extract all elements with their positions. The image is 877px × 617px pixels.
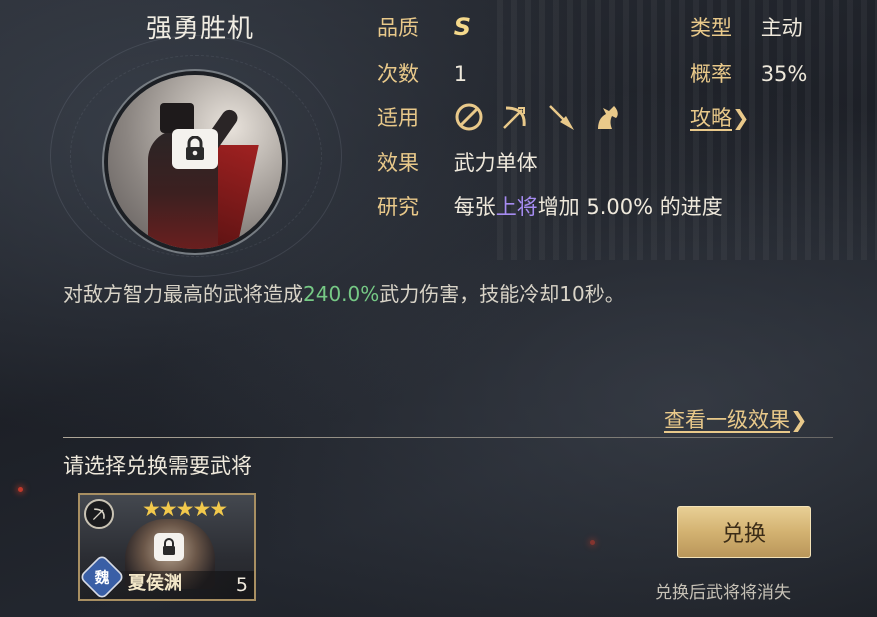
applicable-row: 适用: [377, 102, 638, 132]
applicable-label: 适用: [377, 106, 419, 130]
research-suffix: 增加 5.00% 的进度: [537, 195, 723, 219]
chevron-right-icon: ❯: [732, 106, 750, 130]
shield-icon: [455, 103, 483, 131]
count-value: 1: [453, 62, 468, 86]
type-label: 类型: [690, 16, 732, 40]
skill-portrait: [108, 75, 282, 249]
quality-row: 品质 S: [377, 12, 471, 42]
lock-icon: [154, 533, 184, 561]
guide-link[interactable]: 攻略❯: [690, 102, 750, 132]
research-highlight: 上将: [495, 195, 538, 219]
quality-value: S: [453, 13, 471, 41]
level-effect-label[interactable]: 查看一级效果: [664, 408, 790, 432]
effect-label: 效果: [377, 151, 419, 175]
quality-label: 品质: [377, 16, 419, 40]
effect-row: 效果 武力单体: [377, 147, 538, 177]
guide-link-label[interactable]: 攻略: [690, 106, 732, 130]
research-row: 研究 每张上将增加 5.00% 的进度: [377, 191, 723, 221]
horse-icon: [598, 106, 619, 129]
skill-title: 强勇胜机: [145, 14, 254, 44]
rate-row: 概率 35%: [690, 58, 807, 88]
star-rating: ★★★★★: [142, 497, 228, 521]
bow-icon: [503, 106, 527, 129]
general-count: 5: [235, 574, 248, 596]
exchange-title: 请选择兑换需要武将: [63, 454, 252, 478]
general-card[interactable]: ★★★★★ 魏 夏侯渊 5: [78, 493, 256, 601]
type-row: 类型 主动: [690, 12, 803, 42]
spear-icon: [549, 105, 575, 130]
level-effect-link[interactable]: 查看一级效果❯: [664, 404, 808, 434]
faction-label: 魏: [94, 569, 110, 587]
exchange-button[interactable]: 兑换: [677, 506, 811, 558]
lock-icon: [172, 129, 218, 169]
description-suffix: 武力伤害，技能冷却10秒。: [379, 282, 625, 306]
description-prefix: 对敌方智力最高的武将造成: [63, 282, 303, 306]
effect-value: 武力单体: [453, 151, 538, 175]
general-name: 夏侯渊: [128, 573, 182, 594]
rate-value: 35%: [760, 62, 808, 86]
section-divider: [63, 437, 833, 438]
research-prefix: 每张: [453, 195, 496, 219]
count-label: 次数: [377, 62, 419, 86]
skill-description: 对敌方智力最高的武将造成240.0%武力伤害，技能冷却10秒。: [63, 278, 625, 307]
chevron-right-icon: ❯: [790, 408, 808, 432]
ember-particle: [590, 540, 595, 545]
description-highlight: 240.0%: [303, 282, 380, 306]
research-label: 研究: [377, 195, 419, 219]
ember-particle: [18, 487, 23, 492]
count-row: 次数 1: [377, 58, 467, 88]
rate-label: 概率: [690, 62, 732, 86]
type-value: 主动: [760, 16, 803, 40]
exchange-hint: 兑换后武将将消失: [655, 583, 791, 603]
bow-icon: [84, 499, 114, 529]
